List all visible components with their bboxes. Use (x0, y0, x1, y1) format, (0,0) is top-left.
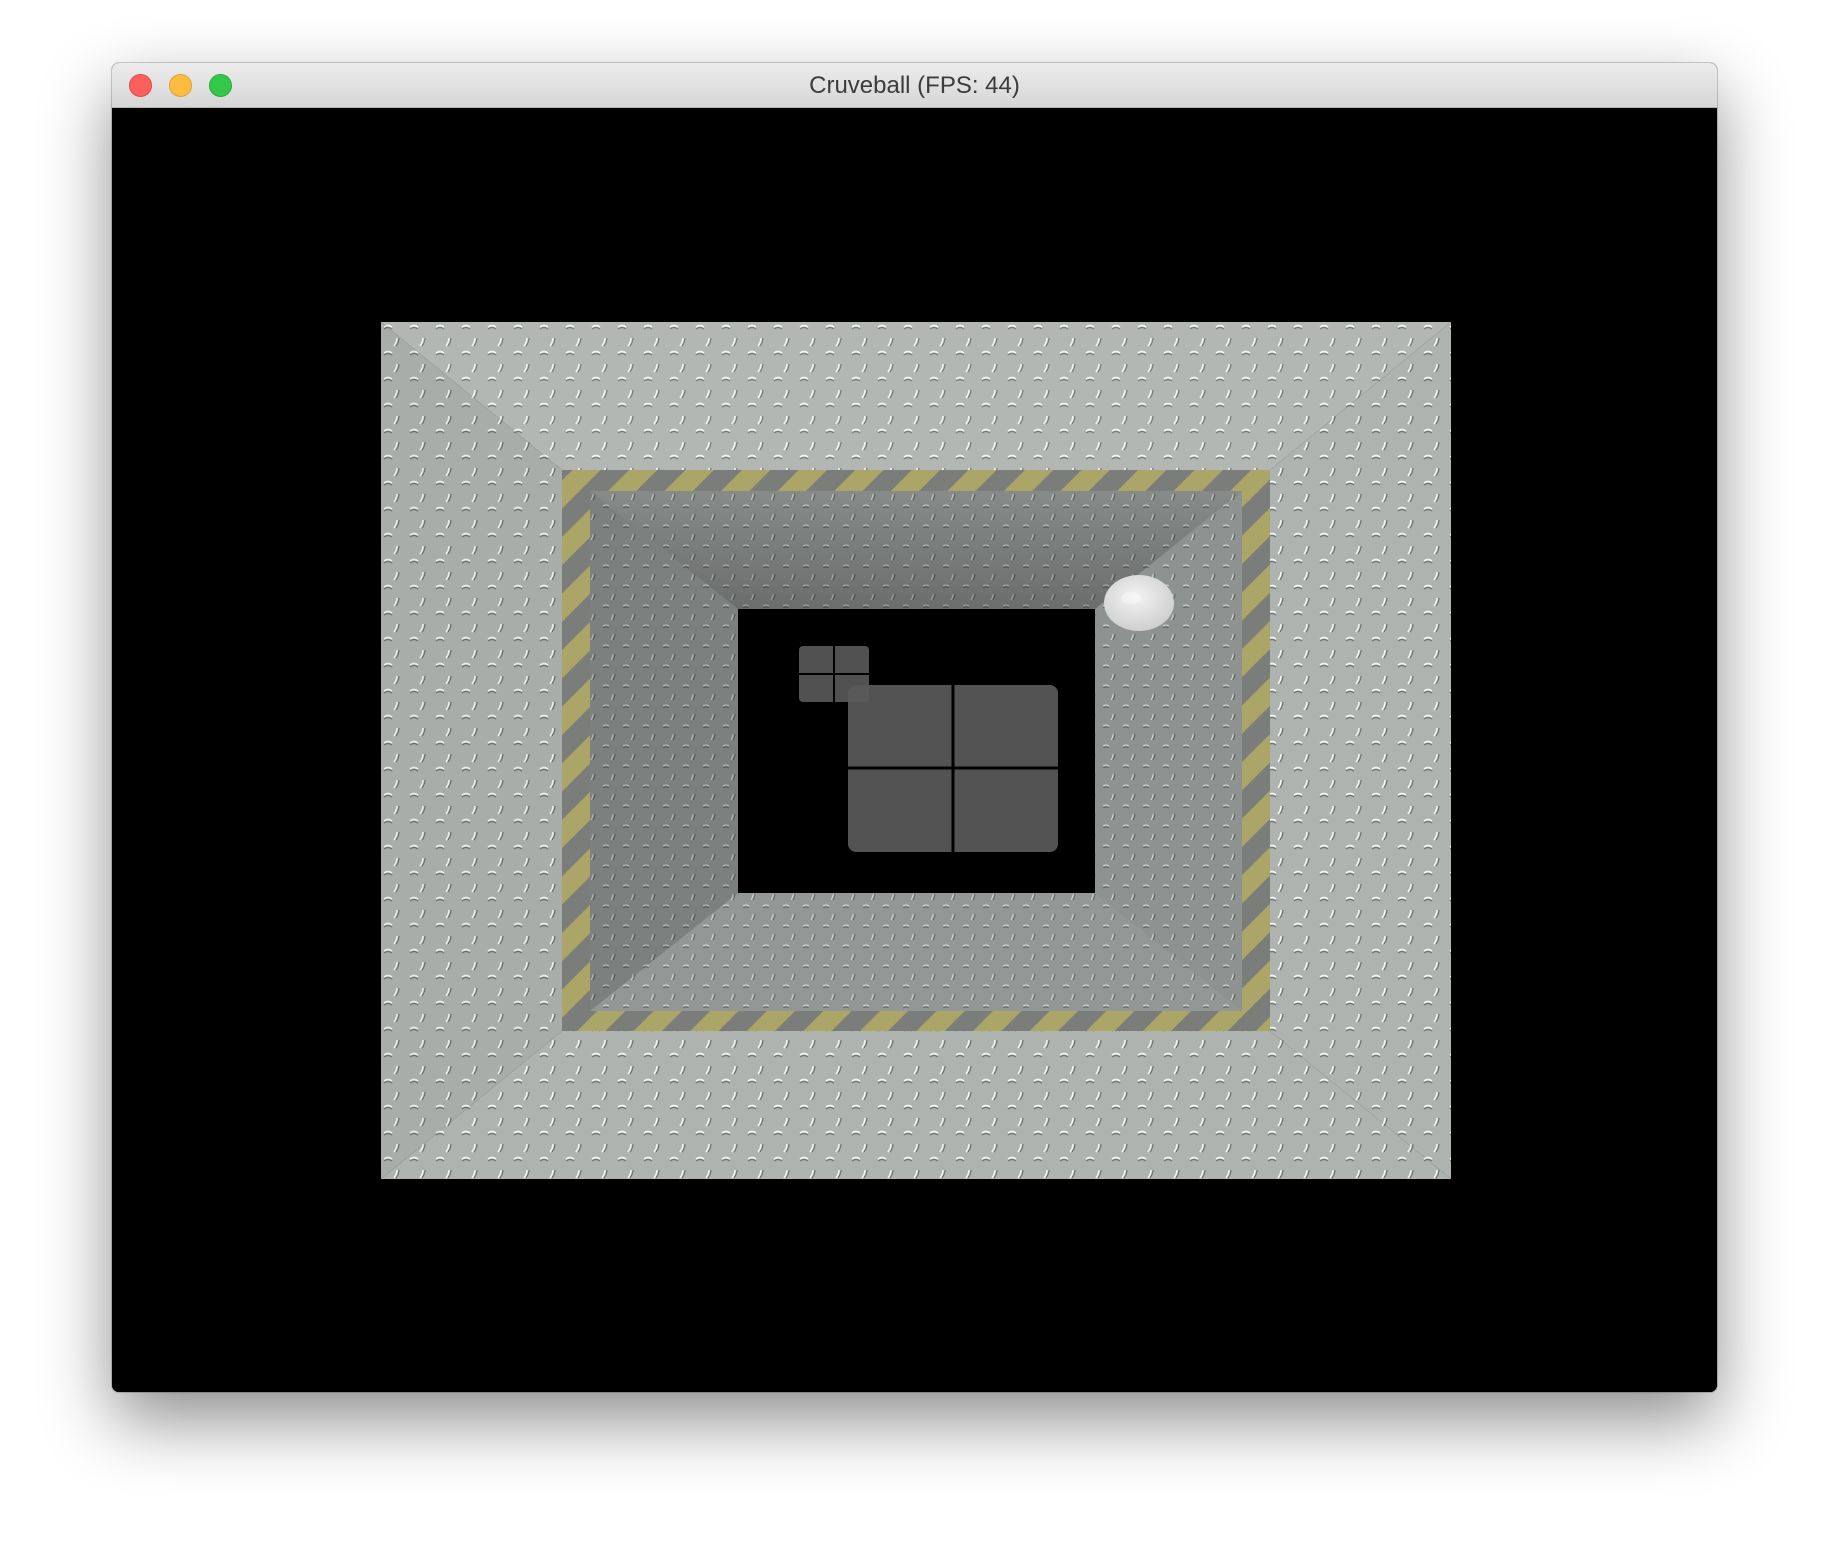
player-paddle[interactable] (848, 685, 1058, 852)
ball-icon (1104, 575, 1174, 631)
window-title: Cruveball (FPS: 44) (809, 72, 1020, 99)
title-bar[interactable]: Cruveball (FPS: 44) (112, 63, 1717, 108)
game-scene[interactable] (381, 322, 1451, 1179)
game-viewport[interactable] (112, 108, 1717, 1392)
game-window: Cruveball (FPS: 44) (112, 63, 1717, 1392)
